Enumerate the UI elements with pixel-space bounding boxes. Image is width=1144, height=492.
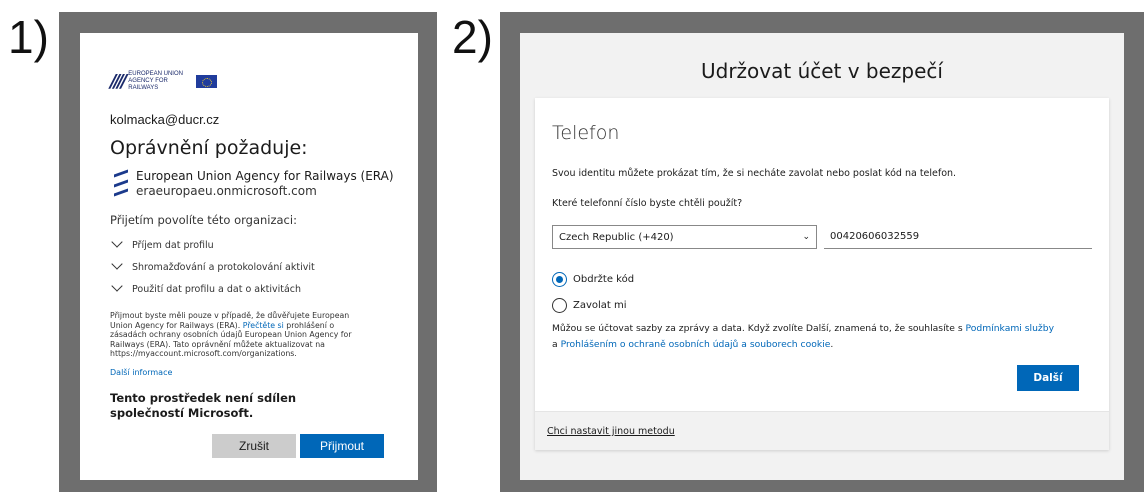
step-label-1: 1) xyxy=(8,11,49,63)
alternate-method-link[interactable]: Chci nastavit jinou metodu xyxy=(547,426,675,437)
country-select[interactable]: Czech Republic (+420) ⌄ xyxy=(552,225,817,249)
permission-item[interactable]: Příjem dat profilu xyxy=(110,234,315,256)
next-button[interactable]: Další xyxy=(1017,365,1079,391)
section-heading: Telefon xyxy=(552,122,620,144)
phone-setup-card: Telefon Svou identitu můžete prokázat tí… xyxy=(535,98,1109,450)
org-logo-icon xyxy=(114,169,128,197)
step-label-2: 2) xyxy=(452,11,493,63)
logo-text: European Union Agency for Railways xyxy=(128,71,183,91)
consent-dialog: //// European Union Agency for Railways … xyxy=(80,33,418,480)
privacy-statement-link[interactable]: Přečtěte si xyxy=(243,321,284,330)
logo-slashes: //// xyxy=(110,71,127,92)
consent-notice: Přijmout byste měli pouze v případě, že … xyxy=(110,311,352,359)
not-shared-note: Tento prostředek není sdílen společností… xyxy=(110,391,297,420)
permission-item[interactable]: Použití dat profilu a dat o aktivitách xyxy=(110,278,315,300)
page-title: Udržovat účet v bezpečí xyxy=(700,59,943,83)
cancel-button[interactable]: Zrušit xyxy=(212,434,296,458)
radio-receive-code[interactable]: Obdržte kód xyxy=(552,272,634,287)
question-text: Které telefonní číslo byste chtěli použí… xyxy=(552,198,743,209)
requesting-organization: European Union Agency for Railways (ERA)… xyxy=(114,169,394,199)
eu-flag-icon xyxy=(196,75,218,88)
chevron-down-icon[interactable] xyxy=(110,285,124,293)
chevron-down-icon: ⌄ xyxy=(802,232,810,242)
radio-call-me[interactable]: Zavolat mi xyxy=(552,298,627,313)
phone-number-input[interactable]: 00420606032559 xyxy=(824,225,1092,249)
org-domain: eraeuropaeu.onmicrosoft.com xyxy=(136,184,317,198)
more-info-link[interactable]: Další informace xyxy=(110,368,172,377)
accept-button[interactable]: Přijmout xyxy=(300,434,384,458)
privacy-link[interactable]: Prohlášením o ochraně osobních údajů a s… xyxy=(561,339,831,350)
security-page: Udržovat účet v bezpečí Telefon Svou ide… xyxy=(520,33,1124,480)
country-value: Czech Republic (+420) xyxy=(559,231,674,243)
permission-item[interactable]: Shromažďování a protokolování aktivit xyxy=(110,256,315,278)
description-text: Svou identitu můžete prokázat tím, že si… xyxy=(552,168,957,179)
chevron-down-icon[interactable] xyxy=(110,263,124,271)
radio-selected-icon[interactable] xyxy=(552,272,567,287)
rates-notice: Můžou se účtovat sazby za zprávy a data.… xyxy=(552,323,1055,350)
org-name: European Union Agency for Railways (ERA) xyxy=(136,169,394,183)
radio-unselected-icon[interactable] xyxy=(552,298,567,313)
terms-link[interactable]: Podmínkami služby xyxy=(966,323,1054,334)
account-email: kolmacka@ducr.cz xyxy=(110,112,220,127)
permission-list: Příjem dat profilu Shromažďování a proto… xyxy=(110,234,315,300)
card-footer: Chci nastavit jinou metodu xyxy=(535,411,1109,450)
chevron-down-icon[interactable] xyxy=(110,241,124,249)
allow-label: Přijetím povolíte této organizaci: xyxy=(110,213,297,227)
era-logo: //// European Union Agency for Railways xyxy=(110,71,218,92)
permission-title: Oprávnění požaduje: xyxy=(110,137,308,159)
